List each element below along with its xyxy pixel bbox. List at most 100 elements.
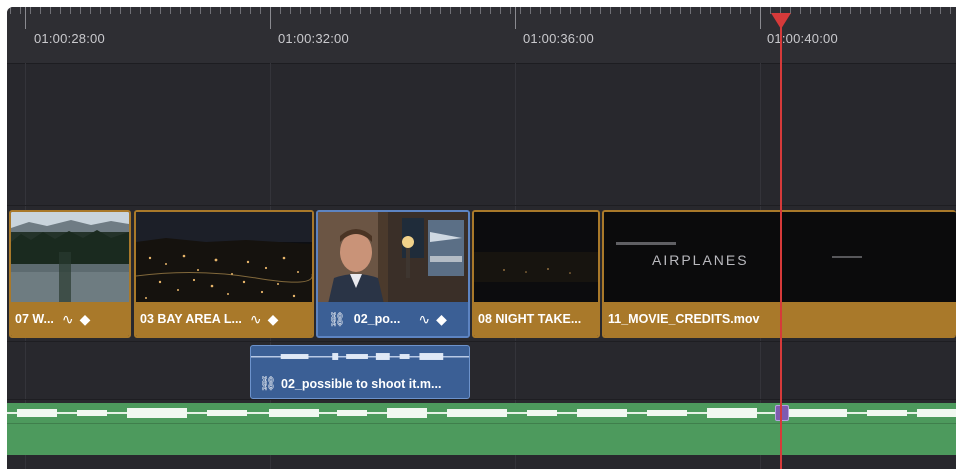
- ruler-tick: [850, 7, 851, 14]
- ruler-tick: [480, 7, 481, 14]
- audio-clip[interactable]: ⛓ 02_possible to shoot it.m...: [250, 345, 470, 399]
- ruler-tick: [280, 7, 281, 14]
- ruler-tick: [370, 7, 371, 14]
- ruler-tick: [260, 7, 261, 14]
- clip-label-bar: 08 NIGHT TAKE...: [474, 302, 598, 336]
- audio-track-music[interactable]: [7, 403, 956, 455]
- ruler-tick: [70, 7, 71, 14]
- clip-name: 03 BAY AREA L...: [140, 312, 242, 326]
- ruler-tick: [450, 7, 451, 14]
- ruler-tick: [580, 7, 581, 14]
- ruler-tick: [500, 7, 501, 14]
- ruler-major-tick: [270, 7, 271, 29]
- credits-title-text: AIRPLANES: [652, 252, 749, 268]
- ruler-tick: [710, 7, 711, 14]
- ruler-major-tick: [760, 7, 761, 29]
- ruler-tick: [830, 7, 831, 14]
- ruler-tick: [730, 7, 731, 14]
- ruler-tick: [40, 7, 41, 14]
- ruler-tick: [650, 7, 651, 14]
- ruler-tick: [320, 7, 321, 14]
- ruler-tick: [690, 7, 691, 14]
- ruler-tick: [240, 7, 241, 14]
- ruler-tick: [940, 7, 941, 14]
- ruler-tick: [840, 7, 841, 14]
- ruler-tick: [540, 7, 541, 14]
- ruler-tick: [920, 7, 921, 14]
- ruler-tick: [120, 7, 121, 14]
- ruler-tick: [300, 7, 301, 14]
- video-clip[interactable]: AIRPLANES 11_MOVIE_CREDITS.mov: [602, 210, 956, 338]
- ruler-tick: [820, 7, 821, 14]
- ruler-tick: [460, 7, 461, 14]
- ruler-tick: [310, 7, 311, 14]
- ruler-tick: [510, 7, 511, 14]
- ruler-tick: [750, 7, 751, 14]
- ruler-tick: [180, 7, 181, 14]
- track-divider: [7, 205, 956, 206]
- clip-label-bar: 07 W... ∿ ◆: [11, 302, 129, 336]
- video-clip-selected[interactable]: ⛓ 02_po... ∿ ◆: [316, 210, 470, 338]
- ruler-tick: [100, 7, 101, 14]
- clip-name: 08 NIGHT TAKE...: [478, 312, 582, 326]
- video-clip[interactable]: 08 NIGHT TAKE...: [472, 210, 600, 338]
- ruler-tick: [600, 7, 601, 14]
- ruler-tick: [890, 7, 891, 14]
- playhead-handle[interactable]: [771, 13, 791, 29]
- ruler-tick: [720, 7, 721, 14]
- curve-icon: ∿: [249, 310, 262, 327]
- ruler-tick: [30, 7, 31, 14]
- ruler-tick: [440, 7, 441, 14]
- timecode-ruler[interactable]: 01:00:28:00 01:00:32:00 01:00:36:00 01:0…: [7, 7, 956, 64]
- ruler-tick: [60, 7, 61, 14]
- video-clip[interactable]: 07 W... ∿ ◆: [9, 210, 131, 338]
- playhead-line[interactable]: [780, 17, 782, 469]
- ruler-tick: [220, 7, 221, 14]
- ruler-major-tick: [515, 7, 516, 29]
- ruler-tick: [350, 7, 351, 14]
- clip-name: 02_po...: [353, 312, 401, 326]
- curve-icon: ∿: [61, 310, 74, 327]
- timeline[interactable]: 01:00:28:00 01:00:32:00 01:00:36:00 01:0…: [7, 7, 956, 469]
- ruler-tick: [620, 7, 621, 14]
- clip-label-bar: 03 BAY AREA L... ∿ ◆: [136, 302, 312, 336]
- ruler-tick: [360, 7, 361, 14]
- ruler-tick: [630, 7, 631, 14]
- ruler-tick: [20, 7, 21, 14]
- ruler-tick: [190, 7, 191, 14]
- ruler-tick: [740, 7, 741, 14]
- ruler-tick: [430, 7, 431, 14]
- clip-label-bar: ⛓ 02_po... ∿ ◆: [318, 302, 468, 336]
- timecode-label: 01:00:32:00: [278, 31, 349, 46]
- clip-thumbnail: [474, 212, 598, 304]
- curve-icon: ∿: [418, 310, 431, 327]
- clip-name: 07 W...: [15, 312, 54, 326]
- ruler-tick: [10, 7, 11, 14]
- ruler-tick: [670, 7, 671, 14]
- ruler-tick: [160, 7, 161, 14]
- ruler-tick: [470, 7, 471, 14]
- clip-name: 11_MOVIE_CREDITS.mov: [608, 312, 760, 326]
- ruler-tick: [640, 7, 641, 14]
- ruler-tick: [50, 7, 51, 14]
- ruler-tick: [380, 7, 381, 14]
- ruler-tick: [410, 7, 411, 14]
- ruler-tick: [150, 7, 151, 14]
- ruler-tick: [170, 7, 171, 14]
- clip-thumbnail: [11, 212, 129, 304]
- ruler-tick: [490, 7, 491, 14]
- ruler-tick: [340, 7, 341, 14]
- audio-waveform: [7, 408, 956, 418]
- ruler-tick: [560, 7, 561, 14]
- keyframe-icon: ◆: [267, 310, 279, 327]
- link-icon: ⛓: [328, 310, 346, 327]
- ruler-tick: [250, 7, 251, 14]
- ruler-tick: [80, 7, 81, 14]
- ruler-tick: [570, 7, 571, 14]
- audio-marker[interactable]: [775, 405, 789, 421]
- ruler-tick: [200, 7, 201, 14]
- audio-clip-name: 02_possible to shoot it.m...: [281, 377, 442, 391]
- clip-thumbnail: [136, 212, 312, 304]
- video-clip[interactable]: 03 BAY AREA L... ∿ ◆: [134, 210, 314, 338]
- ruler-tick: [210, 7, 211, 14]
